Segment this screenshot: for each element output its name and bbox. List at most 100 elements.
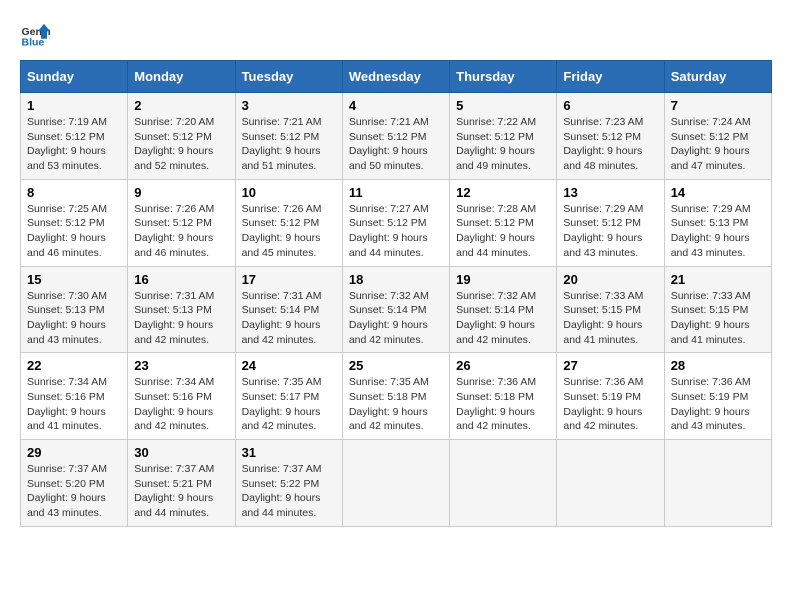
day-info: Sunrise: 7:36 AMSunset: 5:19 PMDaylight:… — [671, 376, 751, 432]
day-number: 28 — [671, 358, 765, 373]
calendar-day-cell: 1 Sunrise: 7:19 AMSunset: 5:12 PMDayligh… — [21, 93, 128, 180]
day-number: 3 — [242, 98, 336, 113]
day-info: Sunrise: 7:35 AMSunset: 5:17 PMDaylight:… — [242, 376, 322, 432]
day-info: Sunrise: 7:21 AMSunset: 5:12 PMDaylight:… — [242, 116, 322, 172]
day-info: Sunrise: 7:37 AMSunset: 5:20 PMDaylight:… — [27, 463, 107, 519]
calendar-day-cell: 25 Sunrise: 7:35 AMSunset: 5:18 PMDaylig… — [342, 353, 449, 440]
calendar-day-cell: 18 Sunrise: 7:32 AMSunset: 5:14 PMDaylig… — [342, 266, 449, 353]
calendar-day-cell: 3 Sunrise: 7:21 AMSunset: 5:12 PMDayligh… — [235, 93, 342, 180]
calendar-day-cell: 7 Sunrise: 7:24 AMSunset: 5:12 PMDayligh… — [664, 93, 771, 180]
calendar-day-cell: 24 Sunrise: 7:35 AMSunset: 5:17 PMDaylig… — [235, 353, 342, 440]
day-info: Sunrise: 7:32 AMSunset: 5:14 PMDaylight:… — [456, 290, 536, 346]
logo: General Blue — [20, 20, 50, 50]
day-number: 27 — [563, 358, 657, 373]
day-info: Sunrise: 7:35 AMSunset: 5:18 PMDaylight:… — [349, 376, 429, 432]
day-number: 5 — [456, 98, 550, 113]
day-number: 12 — [456, 185, 550, 200]
day-number: 8 — [27, 185, 121, 200]
day-number: 23 — [134, 358, 228, 373]
day-number: 15 — [27, 272, 121, 287]
day-info: Sunrise: 7:37 AMSunset: 5:21 PMDaylight:… — [134, 463, 214, 519]
calendar-day-cell: 15 Sunrise: 7:30 AMSunset: 5:13 PMDaylig… — [21, 266, 128, 353]
day-number: 31 — [242, 445, 336, 460]
day-info: Sunrise: 7:33 AMSunset: 5:15 PMDaylight:… — [671, 290, 751, 346]
day-number: 30 — [134, 445, 228, 460]
calendar-day-cell: 28 Sunrise: 7:36 AMSunset: 5:19 PMDaylig… — [664, 353, 771, 440]
day-number: 7 — [671, 98, 765, 113]
day-info: Sunrise: 7:19 AMSunset: 5:12 PMDaylight:… — [27, 116, 107, 172]
day-info: Sunrise: 7:34 AMSunset: 5:16 PMDaylight:… — [134, 376, 214, 432]
calendar-day-cell: 13 Sunrise: 7:29 AMSunset: 5:12 PMDaylig… — [557, 179, 664, 266]
logo-icon: General Blue — [20, 20, 50, 50]
calendar-day-cell: 19 Sunrise: 7:32 AMSunset: 5:14 PMDaylig… — [450, 266, 557, 353]
page-header: General Blue — [20, 20, 772, 50]
weekday-header: Monday — [128, 61, 235, 93]
calendar-day-cell: 11 Sunrise: 7:27 AMSunset: 5:12 PMDaylig… — [342, 179, 449, 266]
day-number: 25 — [349, 358, 443, 373]
day-number: 20 — [563, 272, 657, 287]
calendar-week-row: 29 Sunrise: 7:37 AMSunset: 5:20 PMDaylig… — [21, 440, 772, 527]
day-number: 11 — [349, 185, 443, 200]
calendar-day-cell: 10 Sunrise: 7:26 AMSunset: 5:12 PMDaylig… — [235, 179, 342, 266]
day-info: Sunrise: 7:25 AMSunset: 5:12 PMDaylight:… — [27, 203, 107, 259]
weekday-header: Friday — [557, 61, 664, 93]
calendar-day-cell: 17 Sunrise: 7:31 AMSunset: 5:14 PMDaylig… — [235, 266, 342, 353]
day-number: 17 — [242, 272, 336, 287]
day-number: 22 — [27, 358, 121, 373]
calendar-day-cell: 2 Sunrise: 7:20 AMSunset: 5:12 PMDayligh… — [128, 93, 235, 180]
calendar-day-cell: 26 Sunrise: 7:36 AMSunset: 5:18 PMDaylig… — [450, 353, 557, 440]
day-info: Sunrise: 7:26 AMSunset: 5:12 PMDaylight:… — [242, 203, 322, 259]
day-info: Sunrise: 7:32 AMSunset: 5:14 PMDaylight:… — [349, 290, 429, 346]
day-info: Sunrise: 7:27 AMSunset: 5:12 PMDaylight:… — [349, 203, 429, 259]
calendar-day-cell: 22 Sunrise: 7:34 AMSunset: 5:16 PMDaylig… — [21, 353, 128, 440]
calendar-week-row: 1 Sunrise: 7:19 AMSunset: 5:12 PMDayligh… — [21, 93, 772, 180]
calendar-day-cell: 20 Sunrise: 7:33 AMSunset: 5:15 PMDaylig… — [557, 266, 664, 353]
calendar-day-cell: 30 Sunrise: 7:37 AMSunset: 5:21 PMDaylig… — [128, 440, 235, 527]
day-number: 18 — [349, 272, 443, 287]
calendar-day-cell: 5 Sunrise: 7:22 AMSunset: 5:12 PMDayligh… — [450, 93, 557, 180]
weekday-header: Sunday — [21, 61, 128, 93]
day-info: Sunrise: 7:37 AMSunset: 5:22 PMDaylight:… — [242, 463, 322, 519]
calendar-day-cell — [557, 440, 664, 527]
weekday-header: Thursday — [450, 61, 557, 93]
calendar-day-cell: 12 Sunrise: 7:28 AMSunset: 5:12 PMDaylig… — [450, 179, 557, 266]
calendar-day-cell — [664, 440, 771, 527]
svg-text:Blue: Blue — [22, 37, 45, 49]
day-number: 29 — [27, 445, 121, 460]
day-info: Sunrise: 7:28 AMSunset: 5:12 PMDaylight:… — [456, 203, 536, 259]
day-info: Sunrise: 7:33 AMSunset: 5:15 PMDaylight:… — [563, 290, 643, 346]
day-info: Sunrise: 7:26 AMSunset: 5:12 PMDaylight:… — [134, 203, 214, 259]
weekday-header: Saturday — [664, 61, 771, 93]
day-number: 6 — [563, 98, 657, 113]
weekday-header: Wednesday — [342, 61, 449, 93]
day-info: Sunrise: 7:30 AMSunset: 5:13 PMDaylight:… — [27, 290, 107, 346]
calendar-day-cell: 29 Sunrise: 7:37 AMSunset: 5:20 PMDaylig… — [21, 440, 128, 527]
day-number: 26 — [456, 358, 550, 373]
day-number: 19 — [456, 272, 550, 287]
day-number: 10 — [242, 185, 336, 200]
calendar-day-cell: 4 Sunrise: 7:21 AMSunset: 5:12 PMDayligh… — [342, 93, 449, 180]
calendar-week-row: 8 Sunrise: 7:25 AMSunset: 5:12 PMDayligh… — [21, 179, 772, 266]
calendar-day-cell: 27 Sunrise: 7:36 AMSunset: 5:19 PMDaylig… — [557, 353, 664, 440]
day-info: Sunrise: 7:20 AMSunset: 5:12 PMDaylight:… — [134, 116, 214, 172]
weekday-header-row: SundayMondayTuesdayWednesdayThursdayFrid… — [21, 61, 772, 93]
day-info: Sunrise: 7:34 AMSunset: 5:16 PMDaylight:… — [27, 376, 107, 432]
day-number: 9 — [134, 185, 228, 200]
day-info: Sunrise: 7:23 AMSunset: 5:12 PMDaylight:… — [563, 116, 643, 172]
calendar-week-row: 15 Sunrise: 7:30 AMSunset: 5:13 PMDaylig… — [21, 266, 772, 353]
day-info: Sunrise: 7:31 AMSunset: 5:14 PMDaylight:… — [242, 290, 322, 346]
calendar-day-cell: 14 Sunrise: 7:29 AMSunset: 5:13 PMDaylig… — [664, 179, 771, 266]
day-number: 21 — [671, 272, 765, 287]
calendar-day-cell: 6 Sunrise: 7:23 AMSunset: 5:12 PMDayligh… — [557, 93, 664, 180]
calendar-day-cell: 16 Sunrise: 7:31 AMSunset: 5:13 PMDaylig… — [128, 266, 235, 353]
day-info: Sunrise: 7:31 AMSunset: 5:13 PMDaylight:… — [134, 290, 214, 346]
day-info: Sunrise: 7:29 AMSunset: 5:13 PMDaylight:… — [671, 203, 751, 259]
day-info: Sunrise: 7:36 AMSunset: 5:19 PMDaylight:… — [563, 376, 643, 432]
day-number: 24 — [242, 358, 336, 373]
day-number: 1 — [27, 98, 121, 113]
calendar-day-cell — [342, 440, 449, 527]
calendar-day-cell: 9 Sunrise: 7:26 AMSunset: 5:12 PMDayligh… — [128, 179, 235, 266]
calendar-day-cell: 8 Sunrise: 7:25 AMSunset: 5:12 PMDayligh… — [21, 179, 128, 266]
day-number: 4 — [349, 98, 443, 113]
calendar-day-cell: 23 Sunrise: 7:34 AMSunset: 5:16 PMDaylig… — [128, 353, 235, 440]
